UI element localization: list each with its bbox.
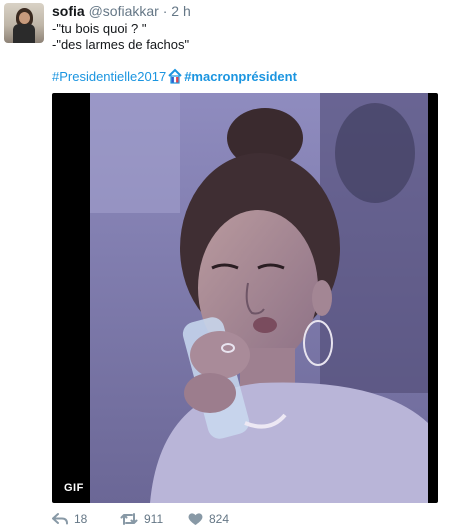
hashtag-presidentielle2017[interactable]: #Presidentielle2017 — [52, 69, 166, 84]
separator-dot: · — [162, 3, 168, 19]
hashtag-macronpresident[interactable]: #macronprésident — [184, 69, 297, 84]
retweet-icon — [120, 512, 138, 526]
tweet-text-line-2: -"des larmes de fachos" — [52, 37, 190, 52]
heart-icon — [188, 512, 203, 526]
user-name[interactable]: sofia — [52, 3, 85, 19]
macron-hashflag-icon — [167, 68, 183, 84]
retweet-count: 911 — [144, 512, 164, 526]
gif-badge: GIF — [64, 482, 84, 494]
tweet-actions: 18 911 824 — [52, 512, 472, 530]
tweet: sofia @sofiakkar · 2 h -"tu bois quoi ? … — [0, 0, 473, 531]
reply-icon — [52, 512, 68, 526]
hashtags: #Presidentielle2017 #macronprésident — [52, 68, 297, 85]
reply-count: 18 — [74, 512, 88, 526]
tweet-timestamp[interactable]: 2 h — [171, 3, 190, 19]
reply-button[interactable]: 18 — [52, 512, 87, 526]
avatar[interactable] — [4, 3, 44, 43]
gif-scene-illustration — [90, 93, 428, 503]
tweet-header: sofia @sofiakkar · 2 h — [52, 2, 191, 20]
gif-frame — [90, 93, 428, 503]
gif-media[interactable]: GIF — [52, 93, 438, 503]
like-button[interactable]: 824 — [188, 512, 229, 526]
retweet-button[interactable]: 911 — [120, 512, 163, 526]
tweet-text-line-1: -"tu bois quoi ? " — [52, 21, 147, 36]
like-count: 824 — [209, 512, 230, 526]
user-handle[interactable]: @sofiakkar — [89, 3, 159, 19]
